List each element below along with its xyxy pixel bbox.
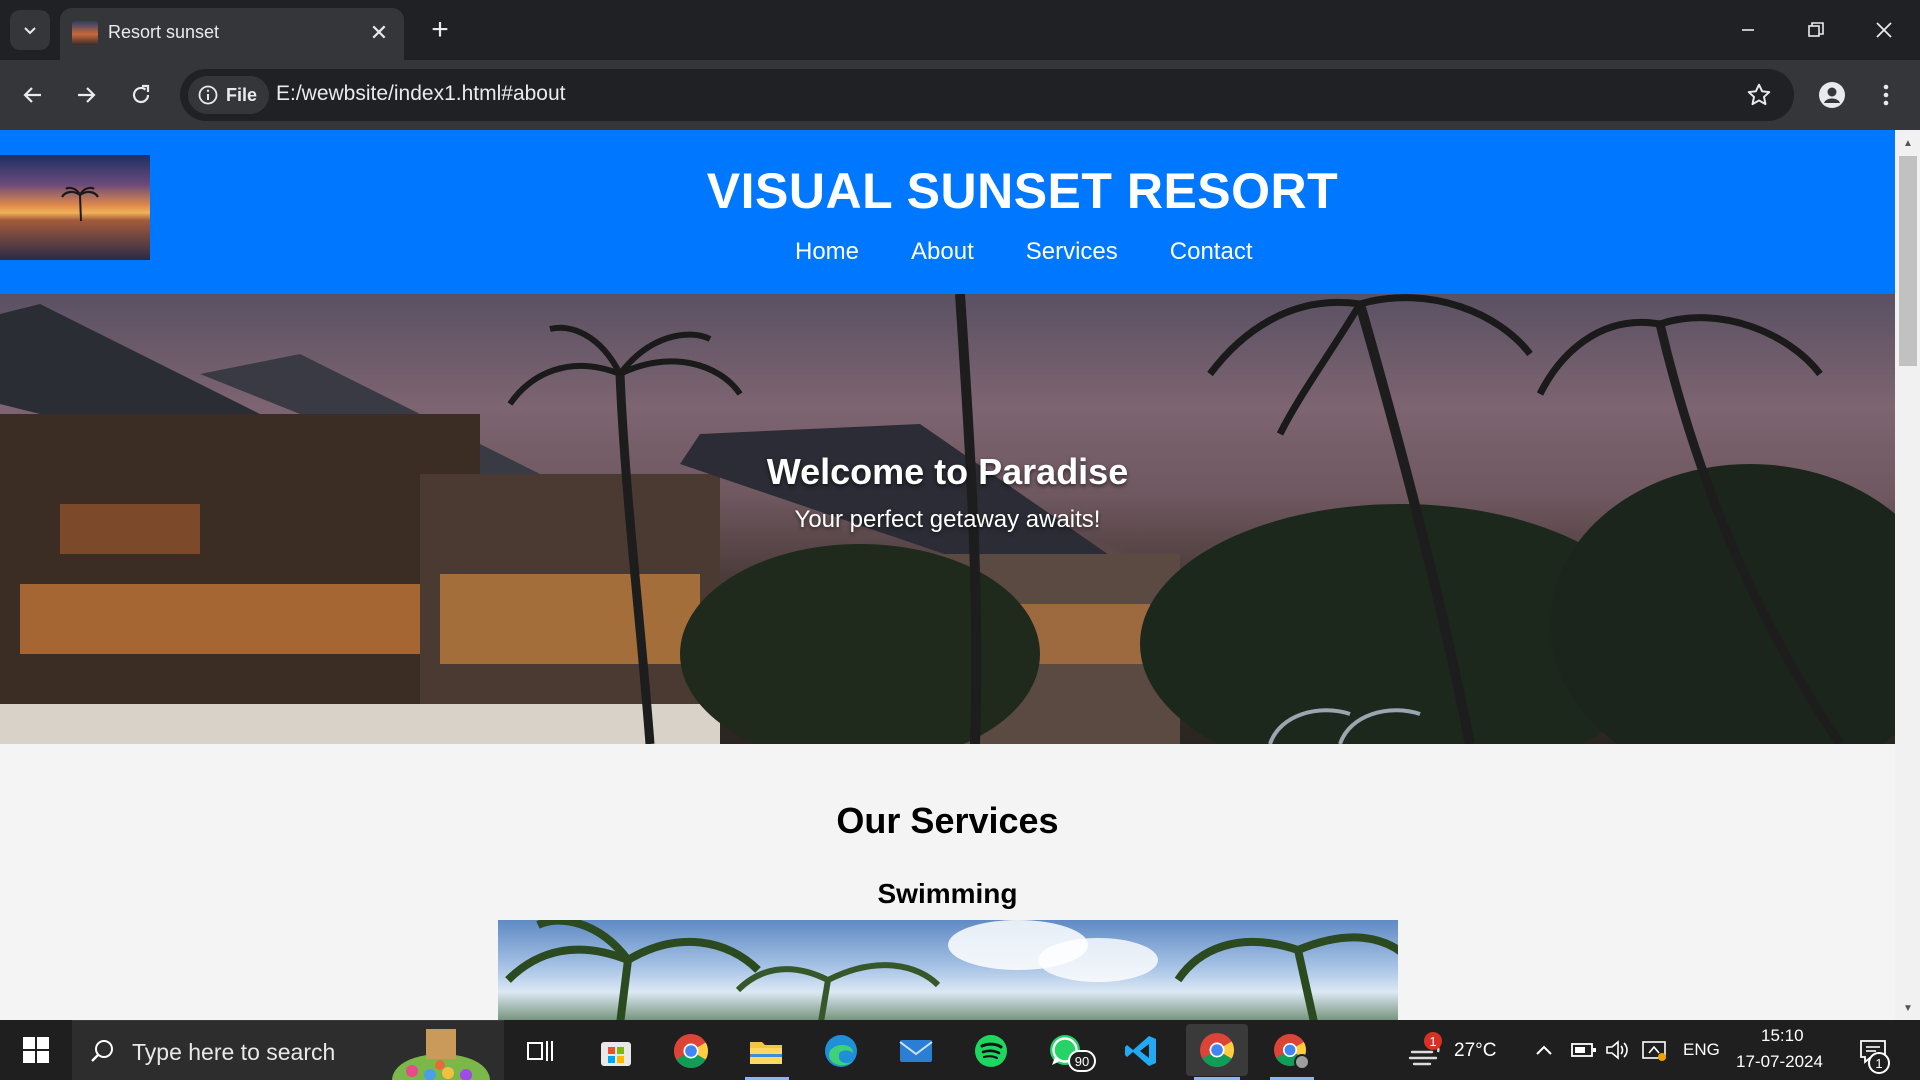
battery-icon[interactable]	[1566, 1030, 1602, 1070]
palm-sky-illustration	[505, 920, 1398, 1020]
new-tab-button[interactable]: +	[422, 12, 458, 48]
language-indicator[interactable]: ENG	[1683, 1040, 1720, 1060]
hero-subtitle: Your perfect getaway awaits!	[794, 506, 1101, 533]
nav-link-services[interactable]: Services	[1026, 238, 1118, 266]
chrome-profile-icon[interactable]	[1268, 1028, 1314, 1074]
tab-strip: Resort sunset ✕ +	[0, 0, 1920, 60]
page-viewport: VISUAL SUNSET RESORT Home About Services…	[0, 130, 1920, 1020]
nav-link-home[interactable]: Home	[795, 238, 859, 266]
chrome-icon[interactable]	[668, 1028, 714, 1074]
profile-button[interactable]	[1812, 75, 1852, 115]
clock-time[interactable]: 15:10	[1761, 1026, 1804, 1046]
address-bar[interactable]: File E:/wewbsite/index1.html#about	[180, 69, 1794, 121]
notification-count-badge: 1	[1868, 1052, 1890, 1074]
microsoft-store-icon[interactable]	[593, 1028, 639, 1074]
reload-icon	[132, 84, 150, 104]
swimming-service-image	[498, 920, 1398, 1020]
clock-date[interactable]: 17-07-2024	[1736, 1052, 1823, 1072]
windows-logo-icon	[23, 1037, 49, 1063]
forward-button[interactable]	[64, 73, 108, 117]
browser-menu-button[interactable]	[1868, 75, 1904, 115]
profile-icon	[1819, 82, 1845, 108]
search-placeholder: Type here to search	[132, 1039, 336, 1065]
start-button[interactable]	[0, 1020, 72, 1080]
edge-icon[interactable]	[818, 1028, 864, 1074]
close-icon	[1876, 22, 1892, 38]
arrow-left-icon	[23, 87, 41, 103]
services-heading: Our Services	[836, 800, 1059, 841]
spotify-icon[interactable]	[968, 1028, 1014, 1074]
vscode-icon[interactable]	[1118, 1028, 1164, 1074]
arrow-right-icon	[78, 87, 96, 103]
minimize-button[interactable]	[1714, 0, 1782, 60]
nav-link-about[interactable]: About	[911, 238, 974, 266]
info-icon	[198, 85, 218, 105]
search-icon	[86, 1035, 118, 1067]
back-button[interactable]	[11, 73, 55, 117]
reload-button[interactable]	[119, 73, 163, 117]
mail-icon[interactable]	[893, 1028, 939, 1074]
chevron-down-icon	[24, 27, 36, 35]
windows-taskbar: Type here to search 90 1 27°C ENG 15:10 …	[0, 1020, 1920, 1080]
taskbar-search-box[interactable]: Type here to search	[72, 1020, 504, 1080]
file-explorer-icon[interactable]	[743, 1028, 789, 1074]
site-header: VISUAL SUNSET RESORT Home About Services…	[0, 130, 1895, 294]
tab-title: Resort sunset	[108, 22, 220, 42]
site-nav: Home About Services Contact	[795, 238, 1253, 266]
minimize-icon	[1742, 29, 1754, 31]
bookmark-star-icon[interactable]	[1744, 80, 1774, 110]
tab-favicon-icon	[72, 21, 98, 45]
service-title-swimming: Swimming	[877, 878, 1018, 909]
browser-toolbar: File E:/wewbsite/index1.html#about	[0, 60, 1920, 130]
site-info-chip[interactable]: File	[188, 76, 270, 114]
volume-icon[interactable]	[1600, 1030, 1636, 1070]
hero-title: Welcome to Paradise	[766, 451, 1129, 492]
task-view-icon[interactable]	[518, 1028, 564, 1074]
tab-close-icon[interactable]: ✕	[364, 18, 394, 48]
whatsapp-unread-badge: 90	[1068, 1050, 1096, 1072]
site-info-label: File	[226, 84, 258, 105]
chrome-active-window[interactable]	[1186, 1024, 1248, 1076]
restore-icon	[1808, 22, 1824, 37]
site-title: VISUAL SUNSET RESORT	[706, 163, 1339, 219]
close-window-button[interactable]	[1850, 0, 1918, 60]
temperature-text[interactable]: 27°C	[1454, 1040, 1496, 1062]
search-highlight-illustration-icon[interactable]	[382, 1025, 500, 1080]
more-vert-icon	[1883, 84, 1889, 106]
weather-alert-badge: 1	[1424, 1032, 1442, 1050]
scroll-up-arrow-icon[interactable]: ▲	[1901, 136, 1915, 150]
browser-tab[interactable]: Resort sunset ✕	[60, 8, 404, 60]
chrome-icon	[1200, 1033, 1234, 1067]
scroll-down-arrow-icon[interactable]: ▼	[1901, 1001, 1915, 1015]
show-hidden-icons-chevron-up-icon[interactable]	[1526, 1030, 1562, 1070]
url-text[interactable]: E:/wewbsite/index1.html#about	[276, 82, 566, 106]
network-icon[interactable]	[1636, 1030, 1672, 1070]
scrollbar-thumb[interactable]	[1899, 156, 1917, 366]
nav-link-contact[interactable]: Contact	[1170, 238, 1253, 266]
restore-button[interactable]	[1782, 0, 1850, 60]
tab-search-button[interactable]	[10, 10, 50, 50]
hero-banner: Welcome to Paradise Your perfect getaway…	[0, 294, 1895, 744]
